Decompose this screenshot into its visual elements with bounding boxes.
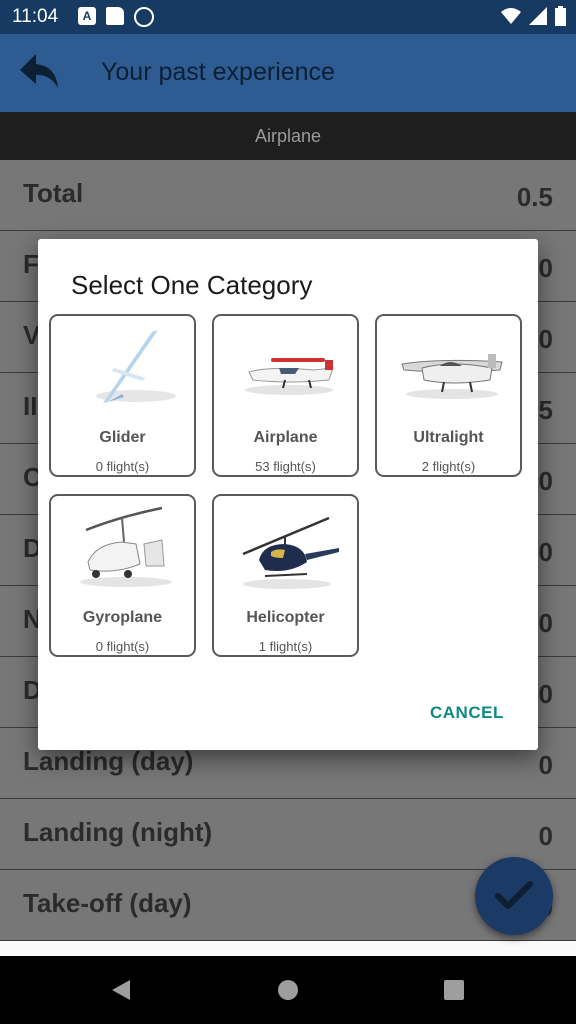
wifi-icon [501, 8, 521, 24]
category-card-helicopter[interactable]: Helicopter 1 flight(s) [212, 494, 359, 657]
category-count: 53 flight(s) [255, 459, 316, 474]
category-name: Helicopter [246, 609, 325, 626]
category-card-glider[interactable]: Glider 0 flight(s) [49, 314, 196, 477]
glider-icon [96, 330, 176, 403]
status-time: 11:04 [12, 6, 59, 27]
helicopter-icon [242, 516, 339, 589]
reply-arrow-icon[interactable] [18, 52, 62, 92]
category-count: 1 flight(s) [258, 639, 313, 654]
back-triangle-icon[interactable] [110, 978, 132, 1002]
category-count: 0 flight(s) [95, 639, 150, 654]
a-icon: A [78, 7, 96, 25]
category-count: 2 flight(s) [421, 459, 476, 474]
system-nav-bar [0, 956, 576, 1024]
category-card-ultralight[interactable]: Ultralight 2 flight(s) [375, 314, 522, 477]
category-name: Gyroplane [82, 609, 163, 626]
category-name: Airplane [253, 429, 318, 446]
category-dialog: Select One Category Glider 0 flight(s) A… [38, 239, 538, 750]
recents-square-icon[interactable] [443, 978, 465, 1002]
category-card-gyroplane[interactable]: Gyroplane 0 flight(s) [49, 494, 196, 657]
dialog-title: Select One Category [71, 270, 313, 300]
airplane-icon [245, 358, 334, 395]
sync-icon [134, 7, 154, 27]
battery-icon [555, 6, 566, 26]
app-bar: Your past experience [0, 34, 576, 112]
cancel-button[interactable]: CANCEL [430, 703, 504, 723]
category-name: Glider [99, 429, 146, 446]
category-card-airplane[interactable]: Airplane 53 flight(s) [212, 314, 359, 477]
status-bar: 11:04 A [0, 0, 576, 34]
gyroplane-icon [80, 506, 172, 587]
ultralight-icon [401, 354, 503, 399]
category-count: 0 flight(s) [95, 459, 150, 474]
signal-icon [529, 7, 547, 25]
sd-card-icon [106, 7, 124, 25]
category-name: Ultralight [413, 429, 484, 446]
home-circle-icon[interactable] [277, 978, 299, 1002]
page-title: Your past experience [101, 58, 335, 86]
